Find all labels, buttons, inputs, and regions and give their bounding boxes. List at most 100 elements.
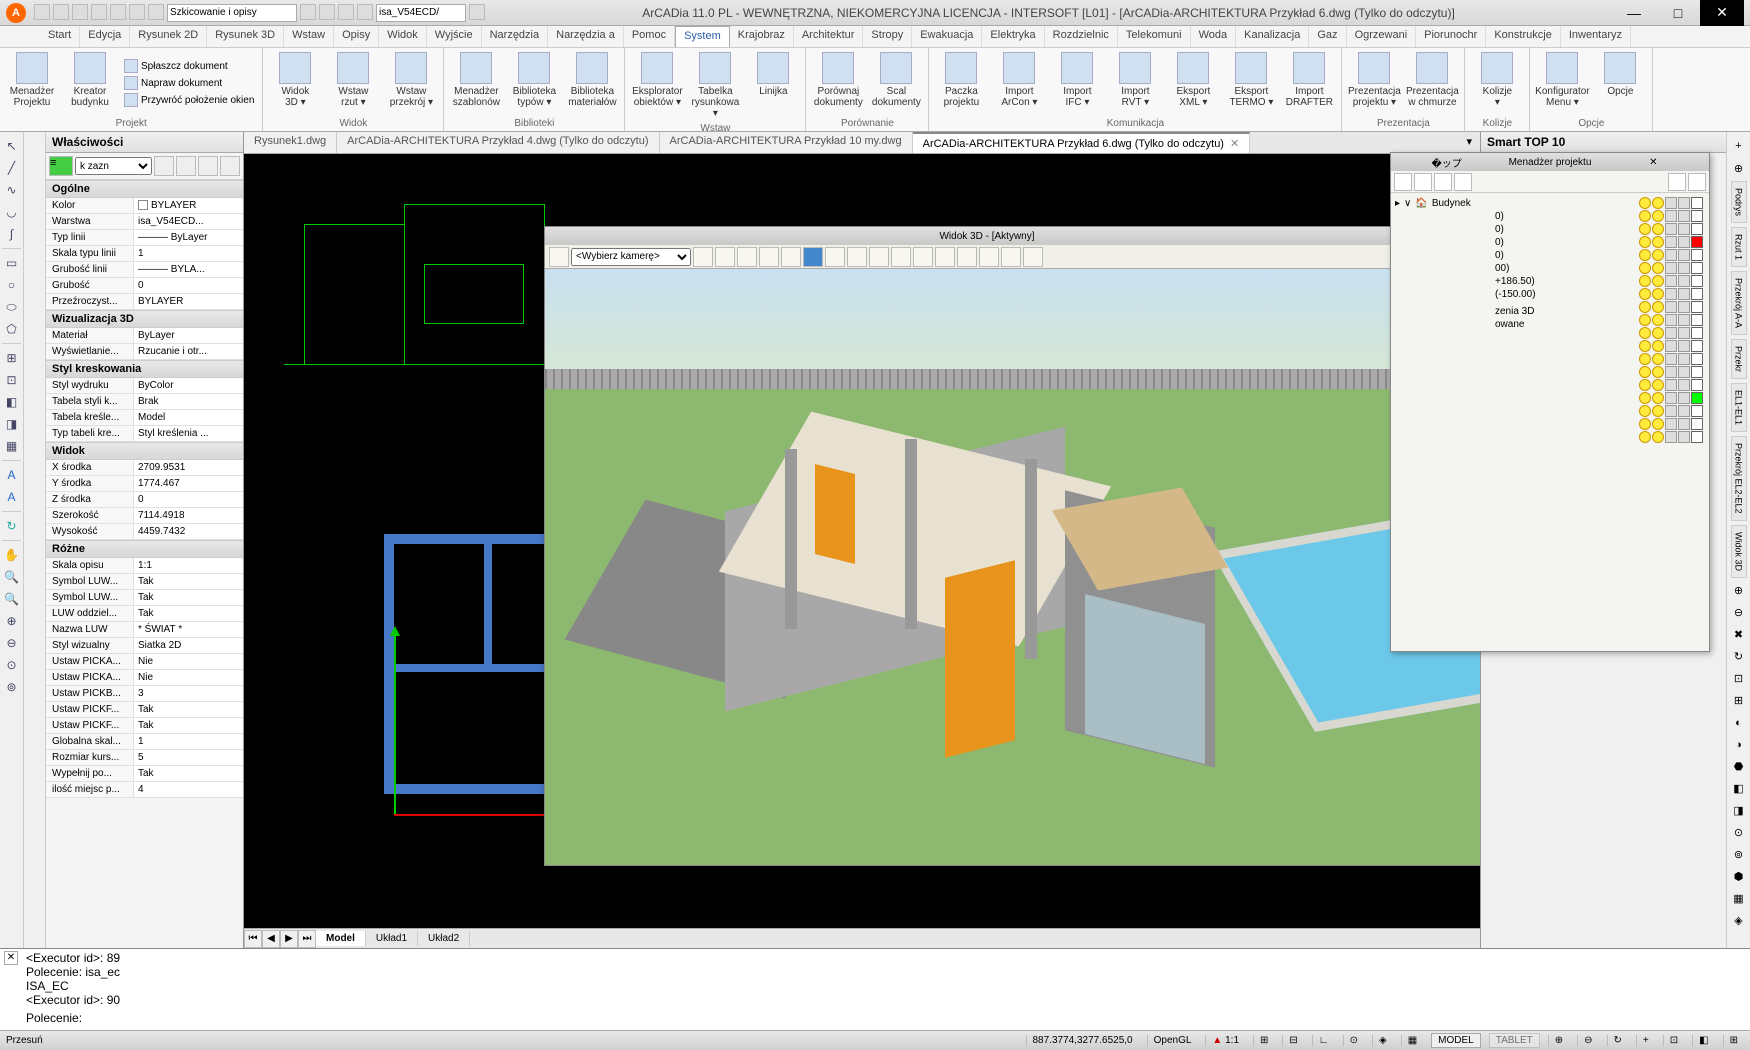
props-menu-icon[interactable]: ≡	[49, 156, 73, 176]
props-section-header[interactable]: Styl kreskowania	[46, 360, 243, 378]
maximize-button[interactable]: □	[1656, 0, 1700, 26]
ribbon-button[interactable]: Widok3D ▾	[267, 50, 323, 116]
bulb-icon[interactable]	[1652, 340, 1664, 352]
ribbon-tab[interactable]: Opisy	[334, 26, 379, 47]
bulb-icon[interactable]	[1639, 353, 1651, 365]
print-icon[interactable]	[1678, 340, 1690, 352]
print-icon[interactable]	[1678, 301, 1690, 313]
print-icon[interactable]	[1678, 314, 1690, 326]
props-row[interactable]: Grubość0	[46, 278, 243, 294]
ribbon-tab[interactable]: Telekomuni	[1118, 26, 1191, 47]
bulb-icon[interactable]	[1652, 405, 1664, 417]
props-row[interactable]: Y środka1774.467	[46, 476, 243, 492]
status-icon[interactable]: ⊙	[1343, 1035, 1364, 1046]
props-btn-icon[interactable]	[176, 156, 196, 176]
spline-tool-icon[interactable]: ∫	[2, 224, 22, 244]
print-icon[interactable]	[1678, 392, 1690, 404]
color-swatch[interactable]	[1691, 236, 1703, 248]
bulb-icon[interactable]	[1652, 418, 1664, 430]
props-row[interactable]: Typ linii——— ByLayer	[46, 230, 243, 246]
props-row[interactable]: Ustaw PICKA...Nie	[46, 670, 243, 686]
props-section-header[interactable]: Ogólne	[46, 180, 243, 198]
ribbon-tab[interactable]: Wstaw	[284, 26, 334, 47]
project-manager-close-icon[interactable]: ✕	[1602, 157, 1705, 168]
props-row[interactable]: Styl wizualnySiatka 2D	[46, 638, 243, 654]
print-icon[interactable]	[1678, 327, 1690, 339]
arc-tool-icon[interactable]: ◡	[2, 202, 22, 222]
ribbon-tab[interactable]: Rozdzielnic	[1045, 26, 1118, 47]
ribbon-button[interactable]: Linijka	[745, 50, 801, 121]
ribbon-button[interactable]: Tabelkarysunkowa ▾	[687, 50, 743, 121]
bulb-icon[interactable]	[1639, 431, 1651, 443]
polyline-tool-icon[interactable]: ∿	[2, 180, 22, 200]
bulb-icon[interactable]	[1652, 431, 1664, 443]
ribbon-button[interactable]: MenadżerProjektu	[4, 50, 60, 116]
lock-icon[interactable]	[1665, 197, 1677, 209]
print-icon[interactable]	[1678, 418, 1690, 430]
print-icon[interactable]	[1678, 197, 1690, 209]
cmdline-prompt[interactable]: Polecenie:	[26, 1011, 1744, 1025]
props-row[interactable]: Typ tabeli kre...Styl kreślenia ...	[46, 426, 243, 442]
right-tool-icon[interactable]: ◈	[1729, 911, 1749, 931]
color-swatch[interactable]	[1691, 210, 1703, 222]
view3d-tool-icon[interactable]	[913, 247, 933, 267]
print-icon[interactable]	[1678, 288, 1690, 300]
zoom-out-icon[interactable]: 🔍	[2, 589, 22, 609]
right-vertical-tab[interactable]: EL1-EL1	[1731, 383, 1747, 432]
color-swatch[interactable]	[1691, 353, 1703, 365]
ribbon-button[interactable]: Wstawrzut ▾	[325, 50, 381, 116]
qat-layer-combo[interactable]	[376, 4, 466, 22]
ribbon-button[interactable]: ImportIFC ▾	[1049, 50, 1105, 116]
ribbon-tab[interactable]: Widok	[379, 26, 427, 47]
props-row[interactable]: Ustaw PICKF...Tak	[46, 702, 243, 718]
tool-icon[interactable]: ◨	[2, 414, 22, 434]
view3d-camera-icon[interactable]	[549, 247, 569, 267]
color-swatch[interactable]	[1691, 392, 1703, 404]
right-tool-icon[interactable]: ◑	[1729, 735, 1749, 755]
color-swatch[interactable]	[1691, 314, 1703, 326]
ribbon-button[interactable]: ImportArCon ▾	[991, 50, 1047, 116]
status-icon[interactable]: ⊕	[1548, 1035, 1569, 1046]
lock-icon[interactable]	[1665, 301, 1677, 313]
ribbon-button[interactable]: Prezentacjaprojektu ▾	[1346, 50, 1402, 116]
ellipse-tool-icon[interactable]: ⬭	[2, 297, 22, 317]
print-icon[interactable]	[1678, 431, 1690, 443]
lock-icon[interactable]	[1665, 262, 1677, 274]
right-tool-icon[interactable]: +	[1729, 136, 1749, 156]
color-swatch[interactable]	[1691, 327, 1703, 339]
right-tool-icon[interactable]: ◐	[1729, 713, 1749, 733]
ribbon-tab[interactable]: System	[675, 26, 730, 47]
bulb-icon[interactable]	[1639, 301, 1651, 313]
color-swatch[interactable]	[1691, 223, 1703, 235]
status-icon[interactable]: ⊞	[1253, 1035, 1274, 1046]
color-swatch[interactable]	[1691, 301, 1703, 313]
color-swatch[interactable]	[1691, 379, 1703, 391]
view3d-tool-icon[interactable]	[803, 247, 823, 267]
pm-root-node[interactable]: Budynek	[1432, 198, 1471, 209]
ribbon-tab[interactable]: Konstrukcje	[1486, 26, 1560, 47]
view3d-tool-icon[interactable]	[1001, 247, 1021, 267]
view3d-tool-icon[interactable]	[1023, 247, 1043, 267]
lock-icon[interactable]	[1665, 236, 1677, 248]
ribbon-tab[interactable]: Gaz	[1309, 26, 1346, 47]
bulb-icon[interactable]	[1652, 366, 1664, 378]
view3d-camera-select[interactable]: <Wybierz kamerę>	[571, 248, 691, 266]
ribbon-tab[interactable]: Wyjście	[427, 26, 482, 47]
ribbon-tab[interactable]: Ogrzewani	[1347, 26, 1417, 47]
document-tab[interactable]: ArCADia-ARCHITEKTURA Przykład 6.dwg (Tyl…	[913, 132, 1251, 153]
view3d-window[interactable]: Widok 3D - [Aktywny] _ □ ✕ <Wybierz kame…	[544, 226, 1480, 866]
print-icon[interactable]	[1678, 262, 1690, 274]
view3d-tool-icon[interactable]	[869, 247, 889, 267]
tool-icon[interactable]: ▦	[2, 436, 22, 456]
right-tool-icon[interactable]: ⊕	[1729, 158, 1749, 178]
color-swatch[interactable]	[1691, 288, 1703, 300]
zoom-window-icon[interactable]: ⊕	[2, 611, 22, 631]
lock-icon[interactable]	[1665, 392, 1677, 404]
print-icon[interactable]	[1678, 353, 1690, 365]
ribbon-button[interactable]: Porównajdokumenty	[810, 50, 866, 116]
view3d-render[interactable]	[545, 269, 1480, 865]
lock-icon[interactable]	[1665, 314, 1677, 326]
layout-next-button[interactable]: ▶	[280, 930, 298, 948]
view3d-tool-icon[interactable]	[759, 247, 779, 267]
props-section-header[interactable]: Wizualizacja 3D	[46, 310, 243, 328]
